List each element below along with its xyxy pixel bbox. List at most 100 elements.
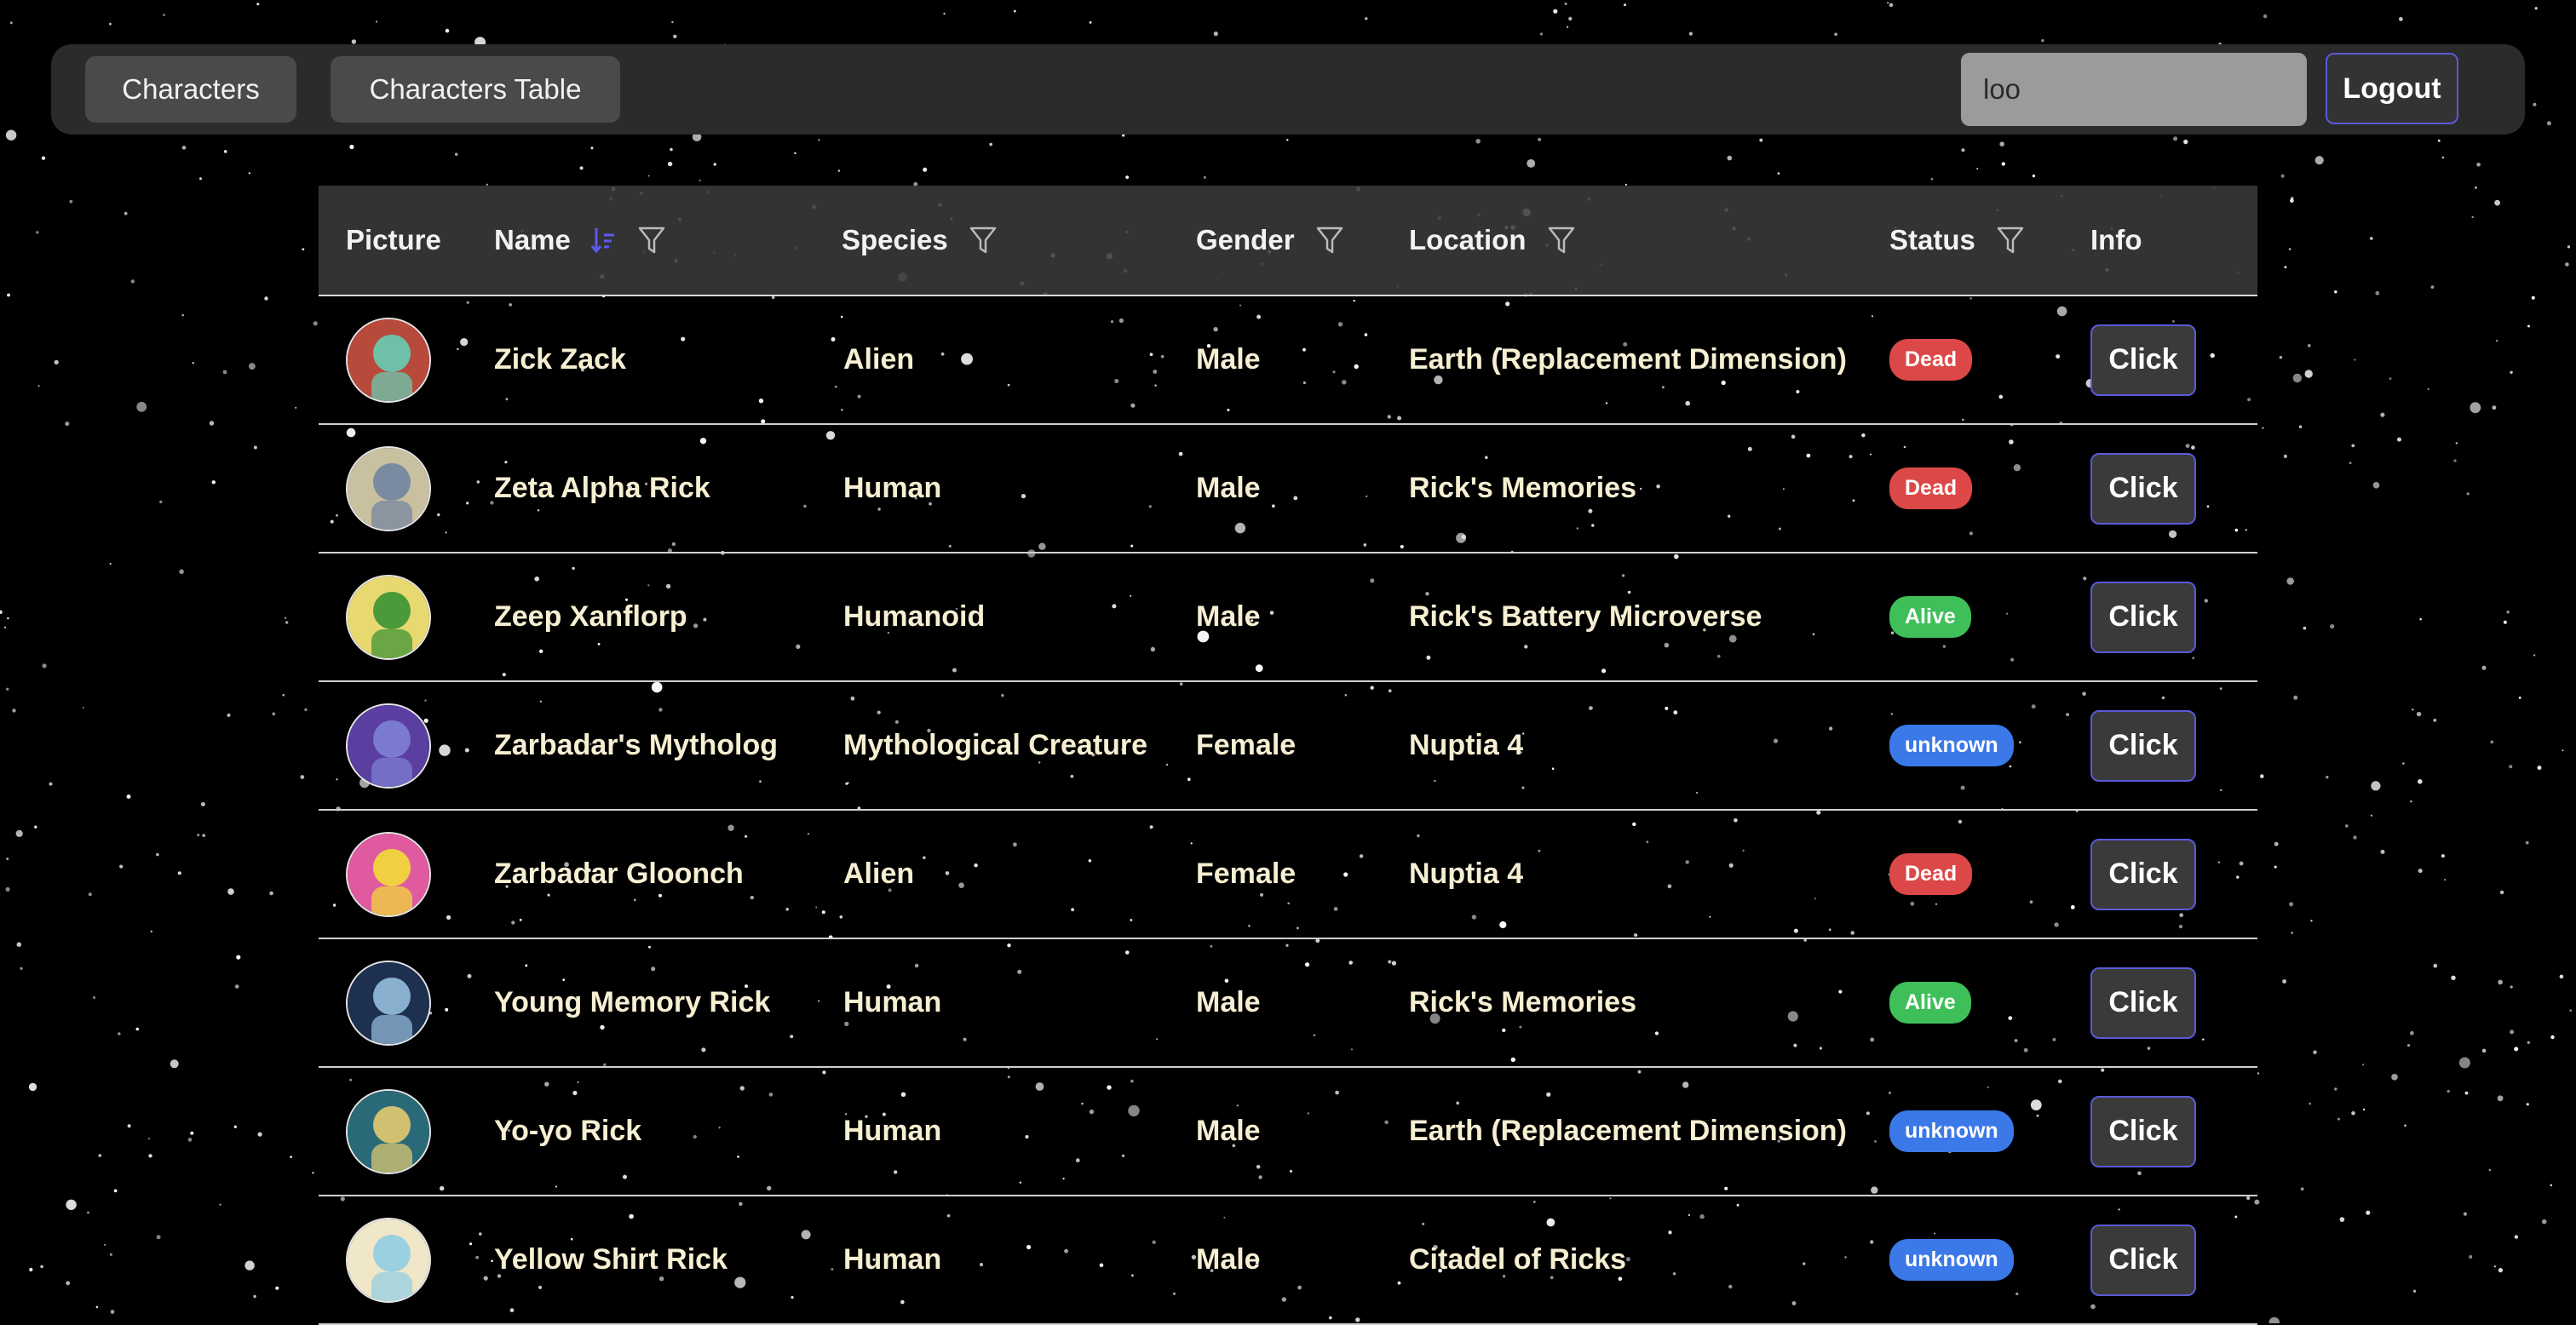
species-cell: Alien: [843, 343, 915, 376]
table-row: Yo-yo Rick Human Male Earth (Replacement Di…: [319, 1068, 2257, 1196]
name-cell: Zeep Xanflorp: [494, 600, 687, 633]
info-click-button[interactable]: Click: [2090, 838, 2196, 910]
status-cell: unknown: [1889, 682, 2014, 809]
picture-cell: [346, 1068, 431, 1195]
header-gender[interactable]: Gender: [1196, 186, 1344, 295]
name-cell: Zarbadar's Mytholog: [494, 729, 779, 761]
table-row: Zarbadar Gloonch Alien Female Nuptia 4 Dead C…: [319, 811, 2257, 939]
status-badge: unknown: [1889, 1110, 2014, 1152]
status-badge: Dead: [1889, 339, 1973, 381]
status-cell: Alive: [1889, 554, 1971, 680]
info-click-button[interactable]: Click: [2090, 581, 2196, 653]
species-cell: Human: [843, 472, 942, 504]
status-cell: Alive: [1889, 939, 1971, 1066]
header-name-label: Name: [494, 224, 571, 255]
character-avatar: [346, 317, 431, 403]
name-cell: Yellow Shirt Rick: [494, 1243, 727, 1276]
filter-location-funnel-icon[interactable]: [1547, 225, 1576, 255]
info-cell: Click: [2090, 1068, 2196, 1195]
character-avatar: [346, 960, 431, 1046]
species-cell: Human: [843, 1115, 942, 1147]
header-picture-label: Picture: [346, 224, 441, 255]
status-badge: Dead: [1889, 467, 1973, 509]
header-location-label: Location: [1409, 224, 1527, 255]
status-badge: Dead: [1889, 853, 1973, 895]
status-cell: Dead: [1889, 425, 1973, 552]
characters-table-nav-button[interactable]: Characters Table: [331, 56, 620, 123]
character-avatar: [346, 1088, 431, 1174]
sort-descending-icon[interactable]: [589, 225, 617, 255]
info-click-button[interactable]: Click: [2090, 967, 2196, 1039]
location-cell: Citadel of Ricks: [1409, 1243, 1627, 1276]
logout-button[interactable]: Logout: [2326, 53, 2458, 124]
info-cell: Click: [2090, 811, 2196, 938]
picture-cell: [346, 554, 431, 680]
status-badge: Alive: [1889, 982, 1971, 1024]
header-status[interactable]: Status: [1889, 186, 2025, 295]
status-badge: unknown: [1889, 1239, 2014, 1281]
table-row: Yellow Shirt Rick Human Male Citadel of Ric…: [319, 1196, 2257, 1325]
info-click-button[interactable]: Click: [2090, 709, 2196, 782]
table-row: Zeta Alpha Rick Human Male Rick's Memories D…: [319, 425, 2257, 554]
character-avatar: [346, 703, 431, 789]
species-cell: Human: [843, 1243, 942, 1276]
picture-cell: [346, 296, 431, 423]
characters-table: Picture Name Species Gender Location Sta…: [319, 186, 2257, 1325]
table-row: Young Memory Rick Human Male Rick's Memorie…: [319, 939, 2257, 1068]
location-cell: Earth (Replacement Dimension): [1409, 343, 1847, 376]
info-cell: Click: [2090, 554, 2196, 680]
filter-status-funnel-icon[interactable]: [1996, 225, 2025, 255]
info-click-button[interactable]: Click: [2090, 1224, 2196, 1296]
header-picture: Picture: [346, 186, 441, 295]
info-click-button[interactable]: Click: [2090, 452, 2196, 525]
header-name[interactable]: Name: [494, 186, 666, 295]
info-cell: Click: [2090, 425, 2196, 552]
name-cell: Zarbadar Gloonch: [494, 858, 744, 890]
status-cell: unknown: [1889, 1068, 2014, 1195]
gender-cell: Male: [1196, 1243, 1261, 1276]
picture-cell: [346, 811, 431, 938]
search-input[interactable]: [1961, 53, 2307, 126]
name-cell: Yo-yo Rick: [494, 1115, 642, 1147]
picture-cell: [346, 425, 431, 552]
table-row: Zeep Xanflorp Humanoid Male Rick's Battery …: [319, 554, 2257, 682]
filter-species-funnel-icon[interactable]: [969, 225, 998, 255]
species-cell: Mythological Creature: [843, 729, 1148, 761]
location-cell: Rick's Memories: [1409, 986, 1636, 1018]
info-click-button[interactable]: Click: [2090, 1095, 2196, 1167]
location-cell: Earth (Replacement Dimension): [1409, 1115, 1847, 1147]
header-info-label: Info: [2090, 224, 2142, 255]
characters-nav-button[interactable]: Characters: [85, 56, 296, 123]
status-badge: Alive: [1889, 596, 1971, 638]
filter-name-funnel-icon[interactable]: [637, 225, 666, 255]
gender-cell: Male: [1196, 472, 1261, 504]
gender-cell: Female: [1196, 858, 1297, 890]
header-info: Info: [2090, 186, 2142, 295]
character-avatar: [346, 445, 431, 531]
info-cell: Click: [2090, 1196, 2196, 1323]
name-cell: Zick Zack: [494, 343, 626, 376]
name-cell: Zeta Alpha Rick: [494, 472, 710, 504]
info-click-button[interactable]: Click: [2090, 324, 2196, 396]
header-location[interactable]: Location: [1409, 186, 1576, 295]
gender-cell: Male: [1196, 600, 1261, 633]
header-species[interactable]: Species: [842, 186, 998, 295]
table-row: Zick Zack Alien Male Earth (Replacement Dim…: [319, 296, 2257, 425]
table-row: Zarbadar's Mytholog Mythological Creature…: [319, 682, 2257, 811]
location-cell: Nuptia 4: [1409, 729, 1524, 761]
picture-cell: [346, 682, 431, 809]
picture-cell: [346, 1196, 431, 1323]
status-cell: Dead: [1889, 296, 1973, 423]
status-cell: unknown: [1889, 1196, 2014, 1323]
gender-cell: Male: [1196, 1115, 1261, 1147]
location-cell: Rick's Battery Microverse: [1409, 600, 1762, 633]
character-avatar: [346, 574, 431, 660]
header-status-label: Status: [1889, 224, 1975, 255]
filter-gender-funnel-icon[interactable]: [1315, 225, 1344, 255]
info-cell: Click: [2090, 682, 2196, 809]
species-cell: Alien: [843, 858, 915, 890]
header-species-label: Species: [842, 224, 948, 255]
name-cell: Young Memory Rick: [494, 986, 771, 1018]
top-navbar: Characters Characters Table Logout: [51, 44, 2525, 135]
species-cell: Humanoid: [843, 600, 986, 633]
